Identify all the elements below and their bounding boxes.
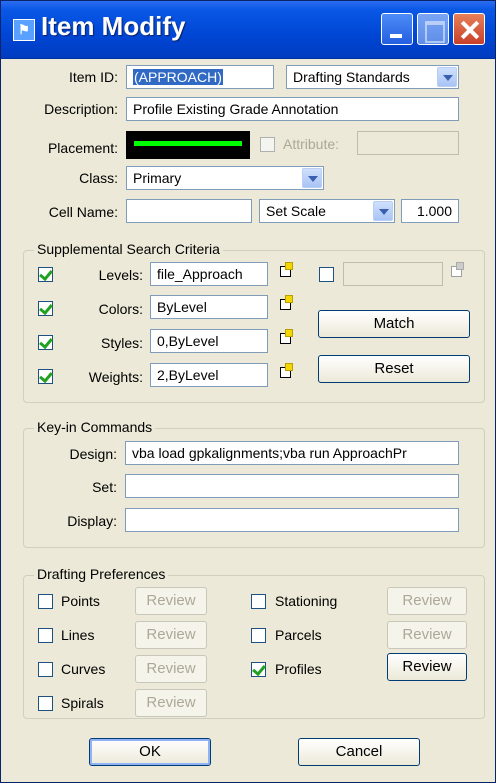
window-title: Item Modify	[41, 11, 186, 41]
class-label: Class:	[79, 170, 118, 186]
stationing-checkbox[interactable]	[251, 594, 266, 609]
points-label: Points	[61, 593, 100, 609]
points-checkbox[interactable]	[38, 594, 53, 609]
spirals-checkbox[interactable]	[38, 696, 53, 711]
standards-select[interactable]: Drafting Standards	[286, 65, 459, 89]
styles-pick-icon[interactable]	[279, 329, 293, 344]
item-id-label: Item ID:	[68, 69, 118, 85]
keyin-commands-title: Key-in Commands	[34, 419, 156, 435]
class-select-value: Primary	[133, 170, 182, 186]
styles-label: Styles:	[100, 335, 143, 351]
colors-checkbox[interactable]	[38, 301, 53, 316]
cancel-button[interactable]: Cancel	[298, 738, 420, 766]
design-field[interactable]: vba load gpkalignments;vba run ApproachP…	[125, 441, 459, 465]
description-field[interactable]: Profile Existing Grade Annotation	[126, 97, 459, 121]
curves-review-button[interactable]: Review	[135, 655, 207, 683]
design-label: Design:	[69, 446, 117, 462]
curves-label: Curves	[61, 661, 106, 677]
scale-select-value: Set Scale	[266, 203, 326, 219]
levels-label: Levels:	[98, 267, 143, 283]
scale-select[interactable]: Set Scale	[259, 199, 395, 223]
chevron-down-icon[interactable]	[302, 168, 322, 188]
chevron-down-icon[interactable]	[373, 201, 393, 221]
close-button[interactable]	[453, 13, 485, 45]
item-modify-window: ⚑ Item Modify Item ID: (APPROACH) Drafti…	[0, 0, 496, 783]
standards-select-value: Drafting Standards	[293, 69, 410, 85]
attribute-label: Attribute:	[283, 136, 340, 152]
item-id-field[interactable]: (APPROACH)	[126, 65, 274, 89]
match-button[interactable]: Match	[318, 310, 470, 338]
extra-criteria-pick-icon[interactable]	[450, 262, 464, 277]
ok-button[interactable]: OK	[89, 738, 211, 766]
description-label: Description:	[44, 101, 118, 117]
weights-pick-icon[interactable]	[279, 363, 293, 378]
attribute-field[interactable]	[357, 131, 459, 155]
curves-checkbox[interactable]	[38, 662, 53, 677]
spirals-label: Spirals	[61, 695, 104, 711]
cell-name-field[interactable]	[126, 199, 252, 223]
drafting-preferences-title: Drafting Preferences	[34, 566, 169, 582]
placement-color-bar	[134, 141, 242, 146]
profiles-review-button[interactable]: Review	[387, 653, 467, 681]
placement-label: Placement:	[47, 140, 118, 156]
placement-color-swatch[interactable]	[126, 131, 250, 159]
minimize-button[interactable]	[381, 13, 413, 45]
weights-checkbox[interactable]	[38, 369, 53, 384]
profiles-label: Profiles	[275, 661, 322, 677]
app-icon: ⚑	[13, 19, 35, 41]
title-bar[interactable]: ⚑ Item Modify	[1, 1, 495, 59]
levels-field[interactable]: file_Approach	[150, 262, 268, 286]
parcels-review-button[interactable]: Review	[387, 621, 467, 649]
parcels-label: Parcels	[275, 627, 322, 643]
colors-label: Colors:	[98, 301, 143, 317]
chevron-down-icon[interactable]	[437, 67, 457, 87]
weights-label: Weights:	[88, 369, 143, 385]
item-id-value: (APPROACH)	[133, 69, 223, 85]
reset-button[interactable]: Reset	[318, 355, 470, 383]
styles-checkbox[interactable]	[38, 335, 53, 350]
cell-name-label: Cell Name:	[48, 204, 118, 220]
attribute-checkbox[interactable]	[260, 137, 275, 152]
supplemental-search-title: Supplemental Search Criteria	[34, 241, 223, 257]
levels-checkbox[interactable]	[38, 267, 53, 282]
set-field[interactable]	[125, 474, 459, 498]
extra-criteria-field[interactable]	[343, 262, 443, 286]
set-label: Set:	[92, 479, 117, 495]
scale-value-field[interactable]: 1.000	[401, 199, 459, 223]
styles-field[interactable]: 0,ByLevel	[150, 329, 268, 353]
display-label: Display:	[67, 513, 117, 529]
parcels-checkbox[interactable]	[251, 628, 266, 643]
profiles-checkbox[interactable]	[251, 662, 266, 677]
class-select[interactable]: Primary	[126, 166, 324, 190]
extra-criteria-checkbox[interactable]	[319, 267, 334, 282]
lines-checkbox[interactable]	[38, 628, 53, 643]
lines-review-button[interactable]: Review	[135, 621, 207, 649]
lines-label: Lines	[61, 627, 95, 643]
spirals-review-button[interactable]: Review	[135, 689, 207, 717]
display-field[interactable]	[125, 508, 459, 532]
stationing-label: Stationing	[275, 593, 338, 609]
points-review-button[interactable]: Review	[135, 587, 207, 615]
maximize-button[interactable]	[417, 13, 449, 45]
stationing-review-button[interactable]: Review	[387, 587, 467, 615]
colors-pick-icon[interactable]	[279, 295, 293, 310]
levels-pick-icon[interactable]	[279, 262, 293, 277]
colors-field[interactable]: ByLevel	[150, 295, 268, 319]
weights-field[interactable]: 2,ByLevel	[150, 363, 268, 387]
